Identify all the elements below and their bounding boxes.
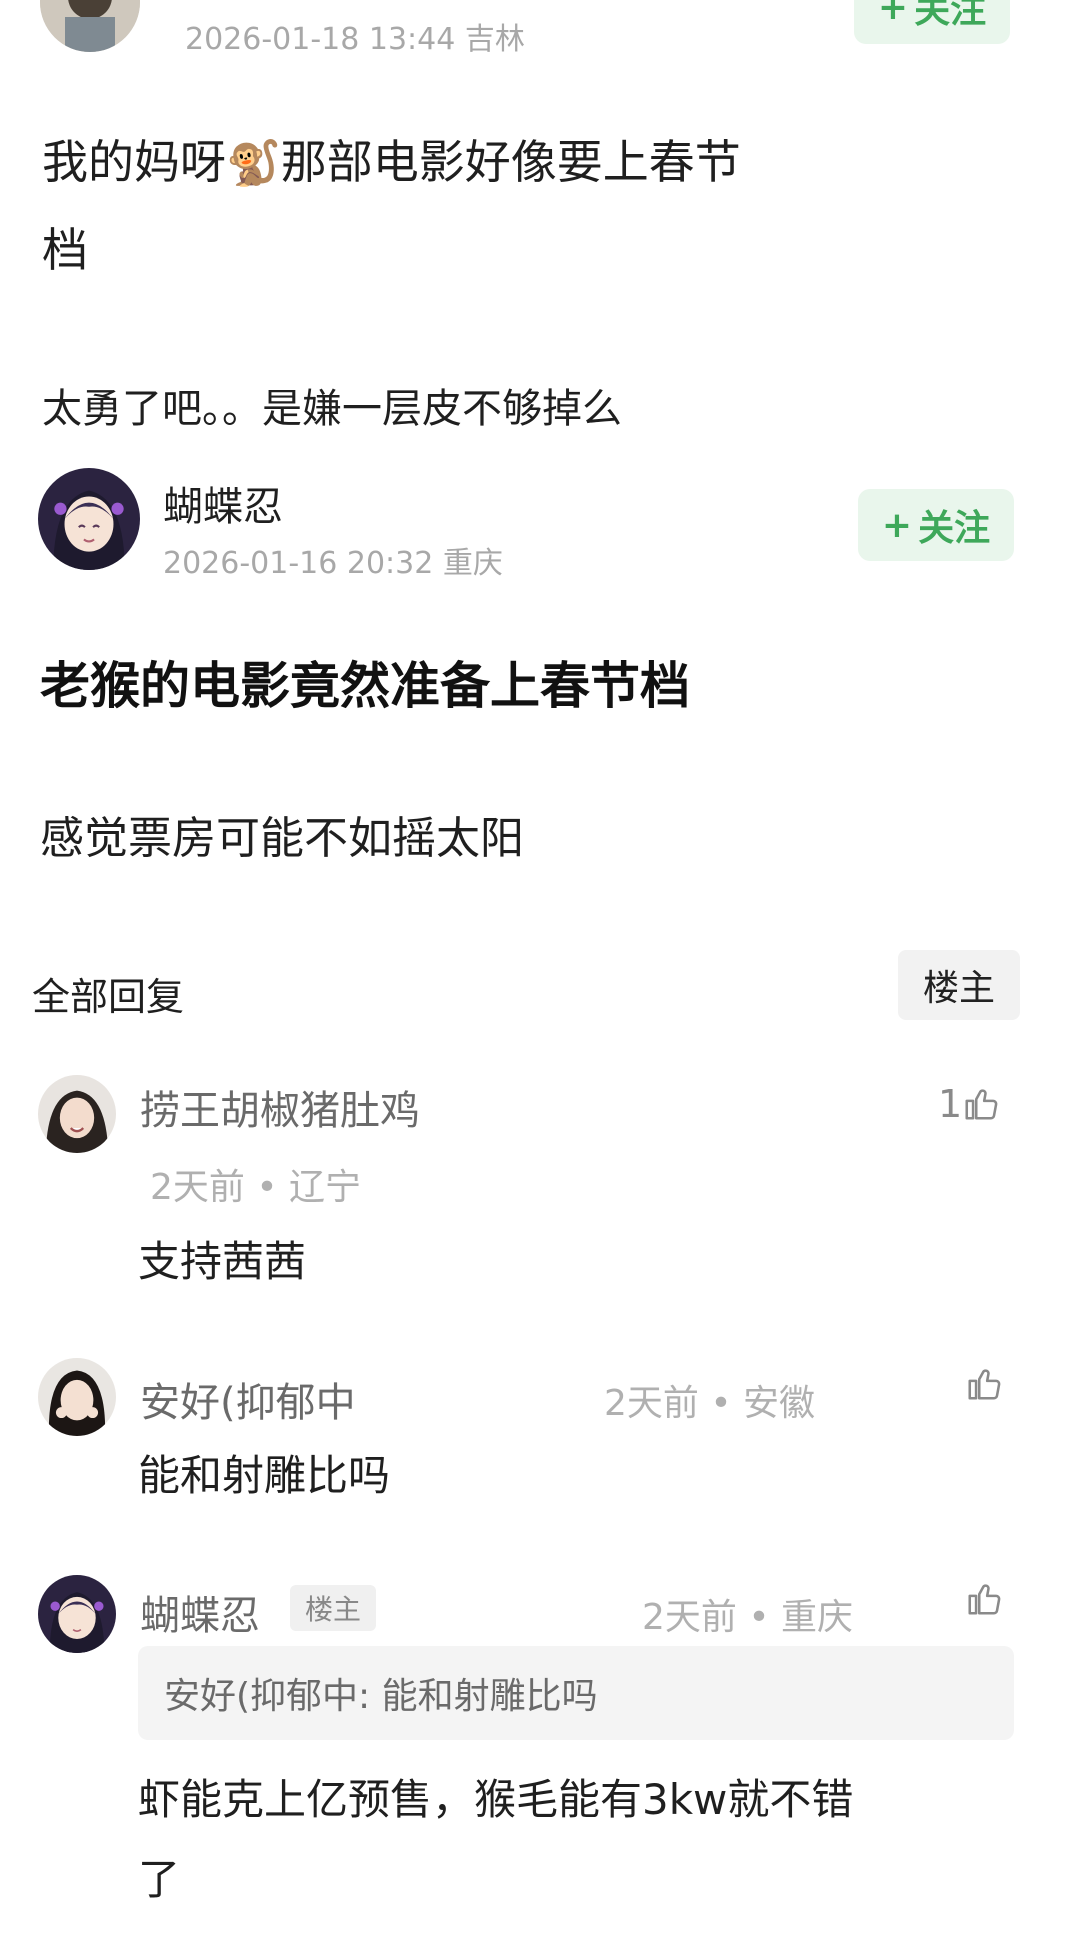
all-replies-title: 全部回复 <box>32 975 185 1019</box>
avatar-image <box>38 1575 116 1653</box>
thumbs-up-icon <box>968 1584 1001 1615</box>
reply3-username[interactable]: 蝴蝶忍 <box>140 1583 260 1641</box>
post2-title: 老猴的电影竟然准备上春节档 <box>40 657 690 715</box>
plus-icon: + <box>877 0 909 28</box>
post2-body: 感觉票房可能不如摇太阳 <box>40 813 524 864</box>
reply1-avatar[interactable] <box>38 1075 116 1153</box>
reply3-text-line2: 了 <box>138 1855 181 1904</box>
reply3-meta: 2天前 • 重庆 <box>642 1597 854 1638</box>
thumbs-up-icon <box>965 1089 998 1120</box>
post1-extra-text: 太勇了吧。。是嫌一层皮不够掉么 <box>42 386 622 432</box>
monkey-emoji: 🐒 <box>226 138 281 189</box>
post1-body: 我的妈呀🐒那部电影好像要上春节 <box>42 135 741 189</box>
reply2-text: 能和射雕比吗 <box>138 1451 391 1500</box>
avatar-image <box>38 1358 116 1436</box>
reply2-avatar[interactable] <box>38 1358 116 1436</box>
plus-icon: + <box>881 504 913 546</box>
quoted-reply[interactable]: 安好(抑郁中: 能和射雕比吗 <box>138 1646 1014 1740</box>
post1-body-line2: 档 <box>42 223 88 277</box>
op-badge: 楼主 <box>290 1585 376 1631</box>
op-only-filter-button[interactable]: 楼主 <box>898 950 1020 1020</box>
reply2-meta: 2天前 • 安徽 <box>604 1383 816 1424</box>
reply1-like-button[interactable]: 1 <box>938 1082 1000 1126</box>
reply3-avatar[interactable] <box>38 1575 116 1653</box>
post2-username[interactable]: 蝴蝶忍 <box>163 474 283 532</box>
reply3-text-line1: 虾能克上亿预售，猴毛能有3kw就不错 <box>138 1775 854 1824</box>
reply3-like-button[interactable] <box>965 1580 1003 1618</box>
post2-follow-button[interactable]: + 关注 <box>858 489 1014 561</box>
avatar-image <box>38 1075 116 1153</box>
post1-avatar[interactable] <box>40 0 140 52</box>
avatar-image <box>40 0 140 52</box>
post1-follow-button[interactable]: + 关注 <box>854 0 1010 44</box>
reply2-username[interactable]: 安好(抑郁中 <box>140 1370 356 1428</box>
reply2-like-button[interactable] <box>965 1365 1003 1403</box>
post2-meta: 2026-01-16 20:32 重庆 <box>163 546 503 581</box>
reply1-text: 支持茜茜 <box>138 1237 307 1286</box>
reply1-meta: 2天前 • 辽宁 <box>150 1167 362 1208</box>
thumbs-up-icon <box>968 1369 1001 1400</box>
reply1-username[interactable]: 捞王胡椒猪肚鸡 <box>140 1078 420 1136</box>
post2-avatar[interactable] <box>38 468 140 570</box>
post1-meta: 2026-01-18 13:44 吉林 <box>185 22 525 57</box>
avatar-image <box>38 468 140 570</box>
like-count: 1 <box>938 1082 963 1126</box>
